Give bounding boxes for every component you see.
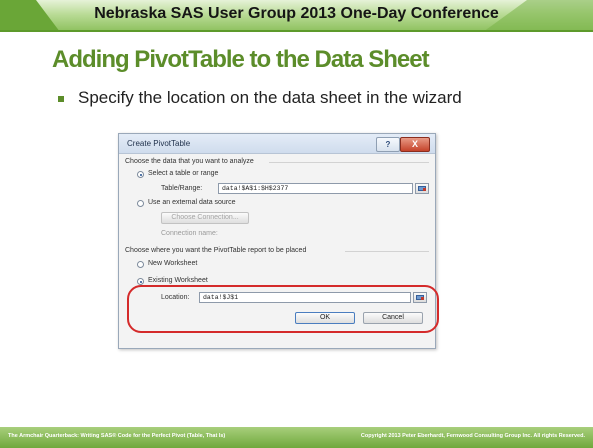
- radio-select-range-label[interactable]: Select a table or range: [148, 170, 218, 177]
- dialog-titlebar[interactable]: Create PivotTable ? X: [119, 134, 435, 154]
- section-divider: [269, 162, 429, 163]
- location-input[interactable]: data!$J$1: [199, 292, 411, 303]
- slide-title: Adding PivotTable to the Data Sheet: [52, 46, 430, 73]
- section-data-source-label: Choose the data that you want to analyze: [125, 158, 254, 165]
- table-range-label: Table/Range:: [161, 185, 203, 192]
- location-label: Location:: [161, 294, 190, 301]
- ok-button[interactable]: OK: [295, 312, 355, 324]
- connection-name-label: Connection name:: [161, 230, 218, 237]
- radio-new-worksheet[interactable]: [137, 261, 144, 268]
- radio-external-source-label[interactable]: Use an external data source: [148, 199, 236, 206]
- radio-existing-worksheet-label[interactable]: Existing Worksheet: [148, 277, 208, 284]
- bullet-text: Specify the location on the data sheet i…: [78, 88, 462, 107]
- radio-new-worksheet-label[interactable]: New Worksheet: [148, 260, 197, 267]
- radio-existing-worksheet[interactable]: [137, 278, 144, 285]
- choose-connection-button[interactable]: Choose Connection...: [161, 212, 249, 224]
- radio-select-range[interactable]: [137, 171, 144, 178]
- close-button[interactable]: X: [400, 137, 430, 152]
- help-button[interactable]: ?: [376, 137, 400, 152]
- table-range-input[interactable]: data!$A$1:$H$2377: [218, 183, 413, 194]
- dialog-title: Create PivotTable: [127, 139, 191, 148]
- create-pivottable-dialog: Create PivotTable ? X Choose the data th…: [118, 133, 436, 349]
- bullet-marker: [58, 96, 64, 102]
- section-placement-label: Choose where you want the PivotTable rep…: [125, 247, 307, 254]
- footer-copyright: Copyright 2013 Peter Eberhardt, Fernwood…: [360, 433, 585, 439]
- table-range-collapse-button[interactable]: [415, 183, 429, 194]
- location-collapse-button[interactable]: [413, 292, 427, 303]
- cancel-button[interactable]: Cancel: [363, 312, 423, 324]
- section-divider: [345, 251, 429, 252]
- header-divider: [0, 30, 593, 32]
- radio-external-source[interactable]: [137, 200, 144, 207]
- footer-presentation-title: The Armchair Quarterback: Writing SAS® C…: [8, 433, 226, 439]
- conference-title: Nebraska SAS User Group 2013 One-Day Con…: [94, 5, 499, 22]
